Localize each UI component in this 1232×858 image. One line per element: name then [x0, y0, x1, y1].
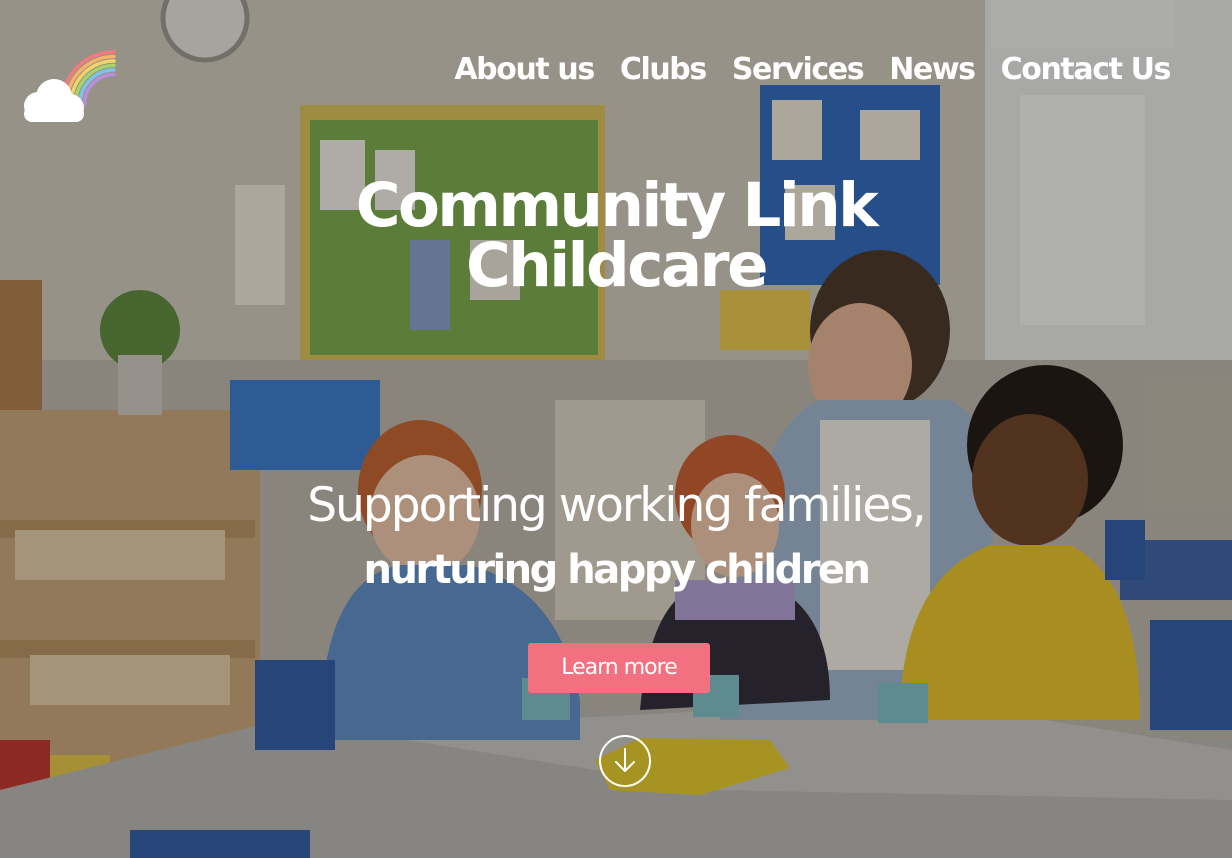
nav-item-about-us[interactable]: About us — [454, 50, 595, 90]
arrow-down-circle-icon[interactable] — [598, 734, 652, 788]
hero-tagline-line-2: nurturing happy children — [363, 547, 871, 593]
nav-item-news[interactable]: News — [889, 50, 976, 90]
nav-item-clubs[interactable]: Clubs — [620, 50, 707, 90]
learn-more-button[interactable]: Learn more — [528, 643, 710, 693]
nav-item-contact-us[interactable]: Contact Us — [1001, 50, 1172, 90]
hero-title-line-2: Childcare — [466, 230, 768, 301]
rainbow-cloud-icon[interactable] — [18, 26, 118, 126]
hero-tagline-line-1: Supporting working families, — [307, 478, 926, 533]
hero-darken-overlay — [0, 0, 1232, 858]
nav-item-services[interactable]: Services — [732, 50, 865, 90]
main-navigation: About us Clubs Services News Contact Us — [454, 50, 1172, 90]
hero-title: Community Link Childcare — [266, 175, 966, 296]
hero-section: About us Clubs Services News Contact Us … — [0, 0, 1232, 858]
